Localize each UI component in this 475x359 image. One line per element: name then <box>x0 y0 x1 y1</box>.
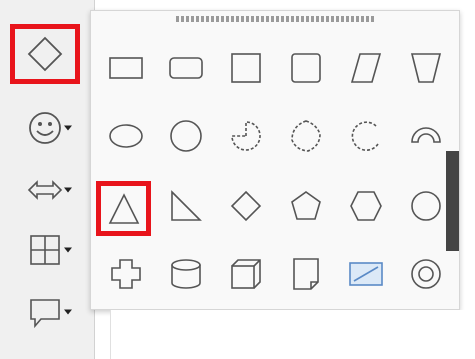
circle-arc-shape[interactable] <box>341 111 391 161</box>
frame-icon <box>349 262 383 286</box>
circle-arc-icon <box>351 121 379 151</box>
circle-shape[interactable] <box>161 111 211 161</box>
rounded-square-shape[interactable] <box>281 43 331 93</box>
folded-corner-shape[interactable] <box>281 249 331 299</box>
chevron-down-icon[interactable] <box>64 187 72 193</box>
flowchart-tool[interactable] <box>10 220 80 280</box>
block-arc-icon <box>411 127 441 143</box>
parallelogram-icon <box>350 53 382 83</box>
block-arc-shape[interactable] <box>401 111 451 161</box>
cube-shape[interactable] <box>221 249 271 299</box>
parallelogram-shape[interactable] <box>341 43 391 93</box>
square-icon <box>231 53 261 83</box>
resize-handle[interactable] <box>176 16 376 22</box>
scrollbar[interactable] <box>446 151 459 251</box>
ring-shape[interactable] <box>401 249 451 299</box>
chevron-down-icon[interactable] <box>64 247 72 253</box>
rounded-square-icon <box>291 53 321 83</box>
pentagon-icon <box>291 191 321 220</box>
rounded-rectangle-shape[interactable] <box>161 43 211 93</box>
chevron-down-icon[interactable] <box>64 125 72 131</box>
basic-shapes-tool[interactable] <box>10 24 80 84</box>
cross-shape[interactable] <box>101 249 151 299</box>
right-triangle-shape[interactable] <box>161 181 211 231</box>
block-arrows-tool[interactable] <box>10 160 80 220</box>
document-icon <box>293 258 319 290</box>
flowchart-icon <box>30 235 60 265</box>
pie-icon <box>231 121 261 151</box>
diamond-icon <box>230 190 262 222</box>
pentagon-shape[interactable] <box>281 181 331 231</box>
triangle-icon <box>108 192 139 224</box>
callouts-tool[interactable] <box>10 282 80 342</box>
smiley-icon <box>29 112 61 144</box>
octagon-icon <box>411 191 441 221</box>
frame-shape[interactable] <box>341 249 391 299</box>
chevron-down-icon[interactable] <box>64 309 72 315</box>
cylinder-icon <box>171 259 201 289</box>
trapezoid-icon <box>410 53 442 83</box>
symbol-shapes-tool[interactable] <box>10 98 80 158</box>
octagon-curve-shape[interactable] <box>281 111 331 161</box>
callout-icon <box>30 299 60 329</box>
ellipse-shape[interactable] <box>101 111 151 161</box>
rectangle-shape[interactable] <box>101 43 151 93</box>
octagon-shape[interactable] <box>401 181 451 231</box>
ring-icon <box>411 259 441 289</box>
hexagon-shape[interactable] <box>341 181 391 231</box>
cylinder-shape[interactable] <box>161 249 211 299</box>
diamond-shape[interactable] <box>221 181 271 231</box>
hexagon-icon <box>350 191 382 221</box>
right-triangle-icon <box>171 190 202 221</box>
diamond-icon <box>27 36 63 72</box>
shape-toolbar <box>0 0 95 359</box>
trapezoid-shape[interactable] <box>401 43 451 93</box>
isosceles-triangle-shape[interactable] <box>96 181 151 236</box>
pie-shape[interactable] <box>221 111 271 161</box>
circle-icon <box>170 120 202 152</box>
shapes-dropdown-panel <box>90 10 460 310</box>
rectangle-icon <box>109 57 143 79</box>
ellipse-icon <box>109 124 143 148</box>
canvas-area <box>110 310 475 359</box>
square-shape[interactable] <box>221 43 271 93</box>
octagon-curve-icon <box>291 120 321 152</box>
cube-icon <box>231 259 261 289</box>
plus-icon <box>111 259 141 289</box>
left-right-arrow-icon <box>27 180 63 200</box>
rounded-rectangle-icon <box>169 57 203 79</box>
